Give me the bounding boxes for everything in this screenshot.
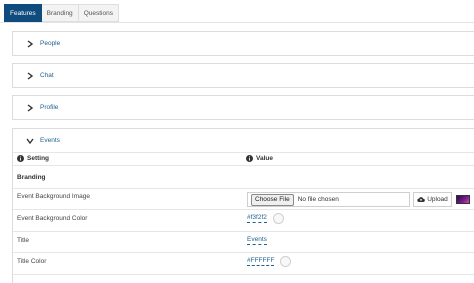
panel-title: Profile (40, 104, 59, 111)
info-icon (17, 155, 24, 162)
chevron-right-icon (27, 71, 34, 80)
panel-chat[interactable]: Chat (12, 63, 474, 88)
upload-button[interactable]: Upload (413, 192, 452, 207)
setting-label: Title (17, 237, 30, 244)
tab-divider (0, 22, 474, 23)
tab-questions[interactable]: Questions (78, 4, 119, 22)
title-color-value[interactable]: #FFFFFF (247, 257, 275, 266)
title-value[interactable]: Events (247, 236, 267, 245)
setting-label: Event Background Color (17, 215, 88, 222)
header-value: Value (256, 155, 273, 162)
tab-branding[interactable]: Branding (41, 4, 79, 22)
tab-features[interactable]: Features (4, 4, 42, 22)
setting-label: Title Color (17, 258, 47, 265)
header-setting: Setting (27, 155, 50, 162)
panel-header-chat[interactable]: Chat (13, 64, 474, 87)
no-file-text: No file chosen (297, 196, 339, 203)
setting-label: Event Background Image (17, 192, 90, 200)
cloud-upload-icon (417, 197, 425, 202)
chevron-down-icon (26, 138, 34, 144)
section-title: Branding (17, 173, 46, 181)
panel-people[interactable]: People (12, 31, 474, 56)
section-row: Branding (13, 166, 474, 189)
color-swatch[interactable] (280, 256, 292, 267)
background-color-value[interactable]: #f3f2f2 (247, 214, 267, 223)
file-input[interactable]: Choose File No file chosen (247, 192, 410, 207)
settings-table: Setting Value Branding Event Background … (12, 151, 474, 283)
panel-header-profile[interactable]: Profile (13, 96, 474, 119)
table-header: Setting Value (13, 151, 474, 166)
upload-label: Upload (427, 196, 448, 203)
panel-header-people[interactable]: People (13, 32, 474, 55)
background-image-thumbnail (456, 195, 470, 204)
table-row: Title Color #FFFFFF (13, 253, 474, 275)
choose-file-button[interactable]: Choose File (251, 193, 294, 206)
tab-bar: Features Branding Questions (4, 4, 119, 22)
panel-title: Events (40, 137, 60, 144)
chevron-right-icon (27, 103, 34, 112)
panel-events[interactable]: Events (12, 128, 474, 153)
color-swatch[interactable] (272, 213, 284, 224)
info-icon (246, 155, 253, 162)
panel-profile[interactable]: Profile (12, 95, 474, 120)
table-row: Event Background Color #f3f2f2 (13, 210, 474, 232)
panel-header-events[interactable]: Events (13, 129, 474, 152)
chevron-right-icon (27, 39, 34, 48)
table-row: Title Events (13, 232, 474, 253)
panel-title: Chat (40, 72, 54, 79)
panel-title: People (40, 40, 61, 47)
